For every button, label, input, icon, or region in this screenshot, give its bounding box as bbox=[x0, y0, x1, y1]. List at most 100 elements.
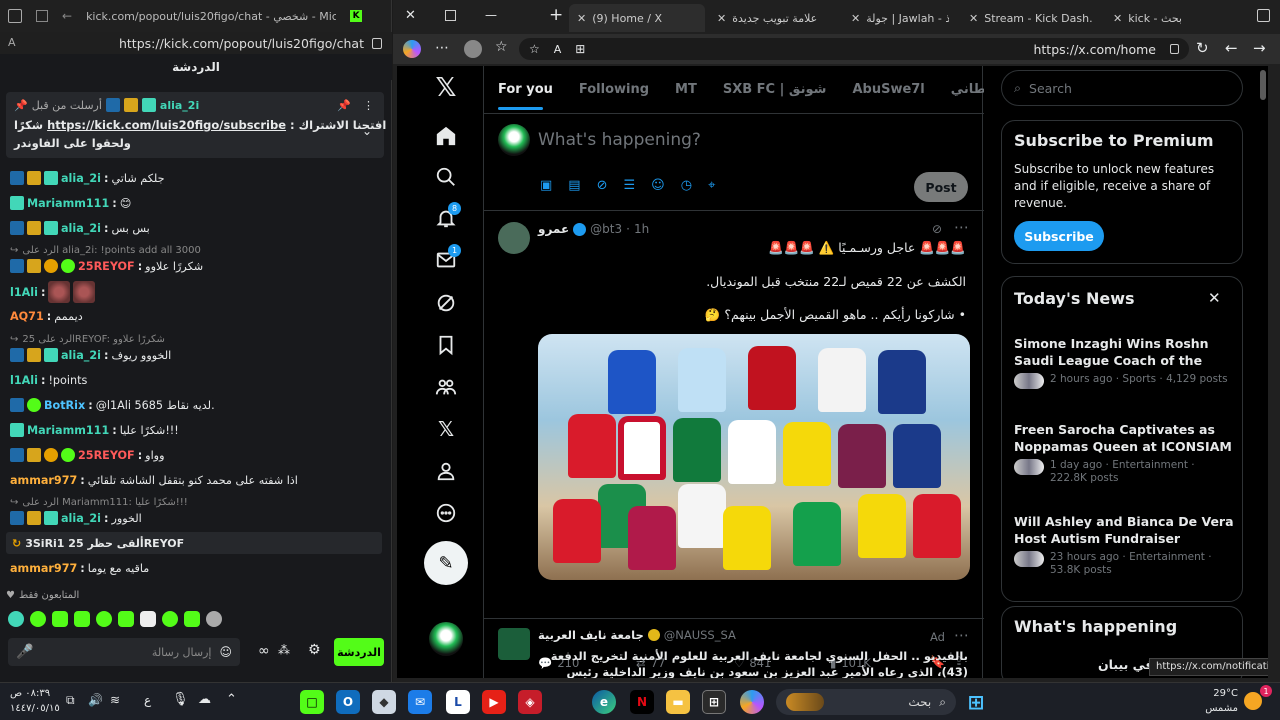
chevron-up-icon[interactable]: ⌃ bbox=[226, 692, 237, 707]
profile-icon[interactable] bbox=[464, 40, 482, 58]
browser-tab[interactable]: ✕ Stream - Kick Dash... bbox=[961, 4, 1101, 32]
news-item[interactable]: Simone Inzaghi Wins Roshn Saudi League C… bbox=[1014, 335, 1234, 389]
emote-1-icon[interactable] bbox=[8, 611, 24, 627]
read-aloud-icon[interactable]: A bbox=[554, 43, 562, 56]
emoji-icon[interactable]: ☺ bbox=[651, 178, 665, 193]
chat-username[interactable]: BotRix bbox=[44, 399, 85, 412]
communities-icon[interactable] bbox=[424, 365, 468, 409]
composer-avatar[interactable] bbox=[498, 124, 530, 156]
grok-compose-icon[interactable]: ⊘ bbox=[597, 178, 608, 193]
ad-more-icon[interactable]: ⋯ bbox=[954, 626, 969, 644]
back-arrow-icon[interactable]: ← bbox=[62, 9, 72, 23]
pinned-user[interactable]: alia_2i bbox=[160, 99, 199, 112]
tab-icon[interactable]: ⊞ bbox=[575, 42, 585, 56]
ad-avatar[interactable] bbox=[498, 628, 530, 660]
star-icon[interactable]: ☆ bbox=[529, 42, 540, 56]
chat-username[interactable]: ammar977 bbox=[10, 474, 77, 487]
chat-username[interactable]: alia_2i bbox=[61, 222, 101, 235]
emote-3-icon[interactable] bbox=[52, 611, 68, 627]
tweet-author[interactable]: عمرو bbox=[538, 222, 569, 236]
app-chat-icon[interactable]: □ bbox=[300, 690, 324, 714]
minimize-icon[interactable]: — bbox=[485, 8, 497, 22]
chat-input[interactable]: 🎤 إرسال رسالة ☺ bbox=[8, 638, 240, 666]
weather[interactable]: 29°C مشمس bbox=[1204, 686, 1238, 716]
feed-tab[interactable]: MT bbox=[675, 82, 697, 97]
emote-7-icon[interactable] bbox=[140, 611, 156, 627]
feed-tab[interactable]: حمد القحطاني bbox=[951, 82, 984, 97]
emoji-icon[interactable]: ☺ bbox=[219, 645, 232, 659]
chat-username[interactable]: alia_2i bbox=[61, 349, 101, 362]
compose-post-button[interactable]: ✎ bbox=[424, 541, 468, 585]
tab-close-icon[interactable]: ✕ bbox=[717, 12, 726, 25]
post-button[interactable]: Post bbox=[914, 172, 968, 202]
feed-tab[interactable]: AbuSwe7l bbox=[852, 82, 924, 97]
chat-username[interactable]: l1Ali bbox=[10, 286, 38, 299]
chat-username[interactable]: 25REYOF bbox=[78, 449, 135, 462]
pin-toggle-icon[interactable]: 📌 bbox=[337, 99, 351, 112]
close-left-icon[interactable]: ✕ bbox=[405, 8, 416, 23]
menu-dots-icon[interactable]: ⋯ bbox=[435, 40, 449, 56]
premium-x-icon[interactable]: 𝕏 bbox=[424, 407, 468, 451]
home-icon[interactable] bbox=[424, 114, 468, 158]
emote-9-icon[interactable] bbox=[184, 611, 200, 627]
address-text[interactable]: https://x.com/home bbox=[1033, 42, 1156, 57]
tab-close-icon[interactable]: ✕ bbox=[577, 12, 586, 25]
reply-context[interactable]: ↪ الرد على alia_2i: !points add all 3000 bbox=[10, 243, 382, 257]
tweet-time[interactable]: 1h bbox=[634, 222, 649, 236]
restore-icon[interactable] bbox=[445, 10, 456, 21]
app-l-icon[interactable]: L bbox=[446, 690, 470, 714]
browser-tab[interactable]: ✕ (9) Home / X bbox=[569, 4, 705, 32]
more-icon[interactable]: ⋮ bbox=[363, 99, 374, 112]
chat-username[interactable]: 25REYOF bbox=[78, 260, 135, 273]
chevron-down-icon[interactable]: ⌄ bbox=[362, 124, 372, 138]
profile-icon[interactable] bbox=[424, 449, 468, 493]
ad-handle[interactable]: @NAUSS_SA bbox=[664, 628, 736, 642]
reload-icon[interactable]: ↻ bbox=[1196, 39, 1209, 57]
clock[interactable]: ٠٨:٣٩ ص ١٤٤٧/٠٥/١٥ bbox=[10, 686, 60, 716]
tab-close-icon[interactable]: ✕ bbox=[1113, 12, 1122, 25]
chat-username[interactable]: l1Ali bbox=[10, 374, 38, 387]
chat-username[interactable]: Mariamm111 bbox=[27, 197, 109, 210]
copilot-icon[interactable] bbox=[403, 40, 421, 58]
schedule-icon[interactable]: ◷ bbox=[681, 178, 692, 193]
app-store-icon[interactable]: ⊞ bbox=[702, 690, 726, 714]
address-bar[interactable]: ☆ A ⊞ https://x.com/home bbox=[519, 38, 1189, 60]
tab-overview-icon[interactable] bbox=[1257, 9, 1270, 22]
pinned-link[interactable]: https://kick.com/luis20figo/subscribe bbox=[47, 118, 286, 136]
app-mail-icon[interactable]: ✉ bbox=[408, 690, 432, 714]
browser-tab[interactable]: ✕ kick - بحث bbox=[1105, 4, 1235, 32]
forward-icon[interactable]: → bbox=[1253, 39, 1266, 57]
edge-profile-icon[interactable] bbox=[8, 9, 22, 23]
tweet-avatar[interactable] bbox=[498, 222, 530, 254]
chat-username[interactable]: Mariamm111 bbox=[27, 424, 109, 437]
lang-indicator[interactable]: ع bbox=[144, 693, 151, 707]
feed-tab[interactable]: For you bbox=[498, 82, 553, 97]
poll-icon[interactable]: ☰ bbox=[624, 178, 636, 193]
start-icon[interactable]: ⊞ bbox=[964, 690, 988, 714]
tweet-more-icon[interactable]: ⋯ bbox=[954, 218, 969, 236]
subscribe-button[interactable]: Subscribe bbox=[1014, 221, 1104, 251]
app-folder-icon[interactable]: ▬ bbox=[666, 690, 690, 714]
emote-4-icon[interactable] bbox=[74, 611, 90, 627]
tweet-image[interactable] bbox=[538, 334, 970, 580]
new-tab-icon[interactable]: + bbox=[549, 5, 563, 25]
ad-name[interactable]: جامعة نايف العربية bbox=[538, 628, 644, 642]
settings-icon[interactable]: ⚙ bbox=[308, 642, 321, 658]
reader-icon[interactable]: A bbox=[8, 36, 16, 49]
mic-tray-icon[interactable]: 🎙 bbox=[172, 692, 189, 707]
bookmarks-icon[interactable] bbox=[424, 323, 468, 367]
emote-10-icon[interactable] bbox=[206, 611, 222, 627]
chat-send-button[interactable]: الدردشة bbox=[334, 638, 384, 666]
browser-tab[interactable]: ✕ جولة | Jawlah - منذ... bbox=[843, 4, 957, 32]
app-outlook-icon[interactable]: O bbox=[336, 690, 360, 714]
cloud-icon[interactable]: ☁ bbox=[198, 692, 211, 707]
compose-input[interactable]: What's happening? bbox=[538, 130, 701, 150]
emote-5-icon[interactable] bbox=[96, 611, 112, 627]
media-icon[interactable]: ▣ bbox=[540, 178, 552, 193]
close-icon[interactable]: ✕ bbox=[1208, 289, 1221, 307]
app-youtube-icon[interactable]: ▶ bbox=[482, 690, 506, 714]
tab-close-icon[interactable]: ✕ bbox=[969, 12, 978, 25]
chat-username[interactable]: alia_2i bbox=[61, 512, 101, 525]
scrollbar[interactable] bbox=[1260, 70, 1266, 100]
favorites-icon[interactable]: ☆ bbox=[495, 39, 508, 55]
